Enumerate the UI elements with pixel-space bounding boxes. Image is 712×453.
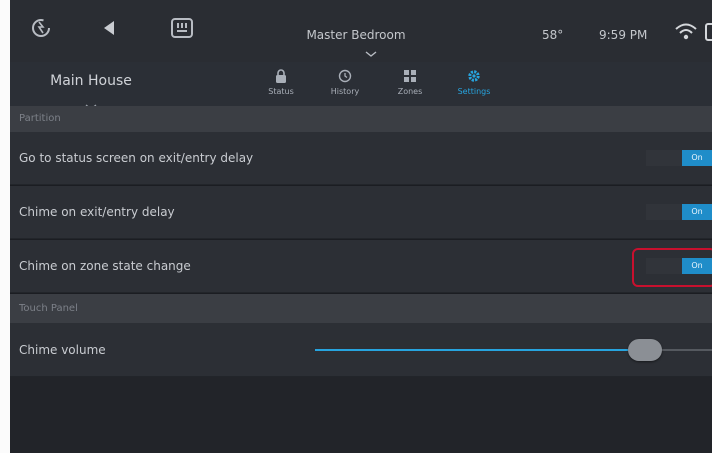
empty-area [10,377,712,453]
room-title[interactable]: Master Bedroom [296,28,416,42]
location-chevron-icon[interactable] [85,95,97,110]
toggle-state: On [682,204,712,220]
chevron-down-icon[interactable] [365,43,377,57]
lock-icon [251,69,311,87]
setting-row: Chime on exit/entry delay On [10,186,712,239]
chime-delay-toggle[interactable]: On [646,204,712,220]
tab-status-label: Status [268,87,294,96]
setting-label: Chime on zone state change [19,259,191,273]
chime-volume-label: Chime volume [19,343,106,357]
setting-label: Chime on exit/entry delay [19,205,175,219]
tab-history[interactable]: History [315,69,375,96]
setting-row: Chime on zone state change On [10,240,712,293]
tab-settings[interactable]: Settings [444,69,504,96]
chime-volume-slider-fill[interactable] [315,349,655,351]
toggle-state: On [682,150,712,166]
chime-volume-slider-thumb[interactable] [628,339,662,361]
logo-icon[interactable] [29,16,53,40]
setting-row: Go to status screen on exit/entry delay … [10,132,712,185]
tab-settings-label: Settings [457,87,491,96]
tab-status[interactable]: Status [251,69,311,96]
location-selector[interactable]: Main House [37,73,145,89]
tab-zones-label: Zones [397,87,423,96]
setting-label: Go to status screen on exit/entry delay [19,151,254,165]
history-icon [315,69,375,87]
touch-panel-screen: Master Bedroom 58° 9:59 PM Main House St… [10,0,712,453]
wifi-icon [674,22,698,42]
tab-zones[interactable]: Zones [380,69,440,96]
section-header-touch-panel: Touch Panel [10,294,712,323]
section-header-partition: Partition [10,106,712,132]
back-arrow-icon[interactable] [99,18,119,38]
chime-volume-slider-track[interactable] [655,349,712,351]
status-bar: Master Bedroom 58° 9:59 PM [10,0,712,62]
temperature-readout: 58° [542,28,564,42]
partial-status-icon [704,22,712,42]
grid-icon [380,69,440,87]
tab-history-label: History [330,87,360,96]
status-screen-toggle[interactable]: On [646,150,712,166]
navigation-bar: Main House Status History Zones Settings [10,62,712,110]
gear-icon [444,69,504,87]
clock: 9:59 PM [599,28,648,42]
keypad-icon[interactable] [170,17,194,39]
highlight-annotation [632,248,712,287]
